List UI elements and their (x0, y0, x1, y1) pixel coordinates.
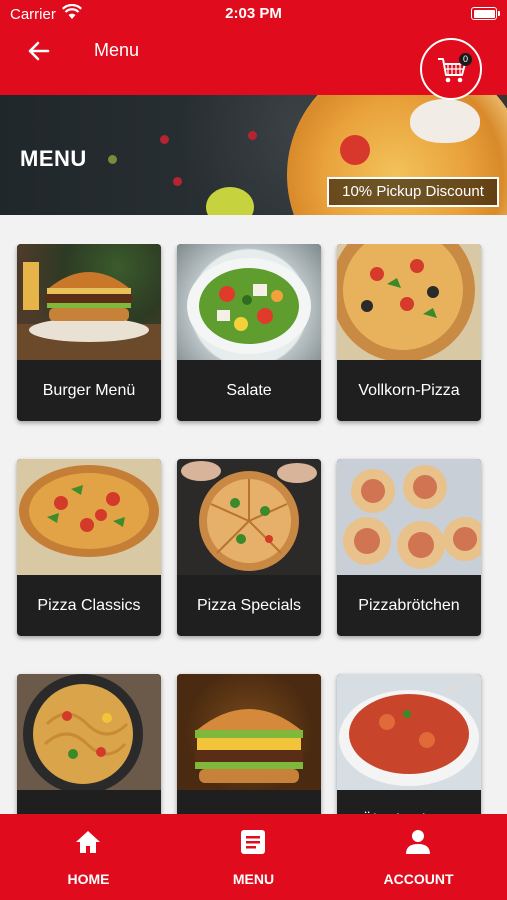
category-label: Pizza Specials (196, 597, 302, 614)
noodles-image (17, 674, 161, 790)
battery-icon (471, 7, 500, 20)
arrow-left-icon (28, 41, 50, 61)
banner-spice (173, 177, 182, 186)
banner-title: MENU (20, 146, 87, 171)
status-time: 2:03 PM (225, 5, 282, 22)
baked-pasta-image (337, 674, 481, 790)
menu-banner: MENU 10% Pickup Discount (0, 95, 507, 215)
category-label (17, 790, 161, 814)
category-label: Pizzabrötchen (358, 597, 460, 614)
burger-image (17, 244, 161, 360)
cart-button[interactable]: 0 (420, 38, 482, 100)
tab-menu-label: MENU (232, 871, 275, 887)
tab-account[interactable]: ACCOUNT (334, 814, 503, 900)
category-label: Pizza Classics (37, 597, 141, 614)
page-title: Menu (94, 40, 140, 60)
banner-spice (108, 155, 117, 164)
category-label (177, 790, 321, 814)
cart-count-badge: 0 (459, 53, 472, 66)
menu-icon (241, 830, 265, 854)
pizza-image (17, 459, 161, 575)
tab-home[interactable]: HOME (4, 814, 173, 900)
salad-image (177, 244, 321, 360)
category-card-pizza-specials[interactable]: Pizza Specials (177, 459, 321, 636)
category-card-burger[interactable] (177, 674, 321, 814)
category-card-ueberbackene[interactable]: Überbackene (337, 674, 481, 814)
bottom-tab-bar: HOME MENU ACCOUNT (0, 814, 507, 900)
category-label: Salate (226, 382, 272, 399)
category-card-noodles[interactable] (17, 674, 161, 814)
pizza-rolls-image (337, 459, 481, 575)
category-label: Überbackene (337, 790, 481, 814)
banner-spice (248, 131, 257, 140)
banner-tomato (340, 135, 370, 165)
banner-spice (160, 135, 169, 144)
tab-account-label: ACCOUNT (383, 871, 454, 887)
tab-menu[interactable]: MENU (169, 814, 338, 900)
back-button[interactable] (22, 34, 56, 68)
category-card-pizzabroetchen[interactable]: Pizzabrötchen (337, 459, 481, 636)
burger-image (177, 674, 321, 790)
banner-mushroom (410, 99, 480, 143)
pizza-specials-image (177, 459, 321, 575)
pizza-image (337, 244, 481, 360)
category-card-pizza-classics[interactable]: Pizza Classics (17, 459, 161, 636)
home-icon (76, 831, 100, 853)
category-grid: Burger Menü Salate Vollkorn-Pizza Pizza … (0, 244, 507, 814)
person-icon (406, 830, 430, 854)
status-bar: Carrier 2:03 PM (0, 0, 507, 28)
tab-home-label: HOME (67, 871, 110, 887)
discount-badge: 10% Pickup Discount (327, 177, 499, 207)
category-label: Burger Menü (42, 382, 136, 399)
category-card-vollkorn-pizza[interactable]: Vollkorn-Pizza (337, 244, 481, 421)
category-label: Vollkorn-Pizza (358, 382, 460, 399)
category-card-salate[interactable]: Salate (177, 244, 321, 421)
category-card-burger-menu[interactable]: Burger Menü (17, 244, 161, 421)
